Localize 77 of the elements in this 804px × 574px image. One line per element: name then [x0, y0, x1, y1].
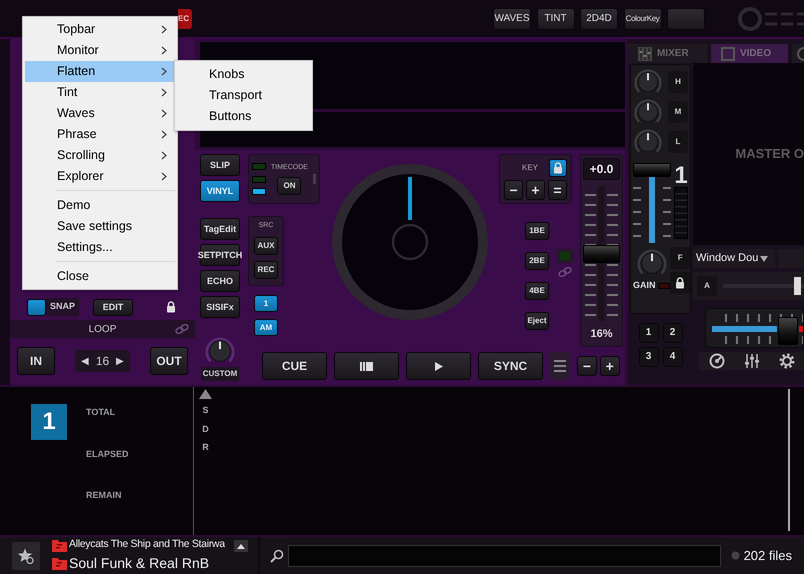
toolbar-button[interactable]: WAVES: [493, 8, 531, 30]
key-label: KEY: [522, 162, 538, 174]
eq-label: L: [668, 131, 688, 153]
key-button[interactable]: =: [548, 180, 568, 200]
time-label: TOTAL: [86, 406, 116, 419]
menu-item[interactable]: Settings...: [25, 237, 175, 258]
deck-button[interactable]: TagEdit: [200, 218, 240, 240]
record-button[interactable]: EC: [178, 8, 192, 28]
channel-button[interactable]: 1: [254, 295, 278, 312]
pitch-reading: +0.0: [583, 158, 620, 180]
beat-button[interactable]: 4BE: [525, 282, 549, 300]
folder-name[interactable]: Alleycats The Ship and The Stairwa: [69, 537, 225, 553]
sort-key[interactable]: S: [202, 404, 208, 418]
deck-button[interactable]: SETPITCH: [200, 244, 240, 266]
file-count: 202 files: [744, 546, 792, 565]
edit-button[interactable]: EDIT: [93, 298, 134, 316]
source-dropdown[interactable]: Window Dou: [693, 249, 775, 268]
menu-item[interactable]: Flatten: [25, 61, 175, 82]
toolbar-button[interactable]: ColourKey: [624, 8, 662, 30]
deck-select-button[interactable]: 4: [662, 347, 682, 367]
beat-button[interactable]: Eject: [525, 312, 549, 330]
eq-label: H: [668, 71, 688, 93]
time-label: REMAIN: [86, 489, 122, 502]
loop-in-button[interactable]: IN: [17, 347, 55, 375]
folder-name[interactable]: Soul Funk & Real RnB: [69, 552, 210, 574]
sort-key[interactable]: D: [202, 422, 209, 436]
sort-key[interactable]: R: [202, 441, 209, 454]
deck-number: 1: [674, 165, 688, 187]
beat-button[interactable]: 1BE: [525, 222, 549, 240]
loop-label: LOOP: [88, 322, 116, 336]
toolbar-button[interactable]: 2D4D: [580, 8, 618, 30]
menu-item[interactable]: Scrolling: [25, 145, 175, 166]
key-button[interactable]: +: [526, 180, 546, 200]
menu-item[interactable]: Close: [25, 266, 175, 287]
menu-item[interactable]: Save settings: [25, 216, 175, 237]
timecode-on-button[interactable]: ON: [277, 176, 302, 195]
transport-button[interactable]: CUE: [262, 352, 327, 380]
transport-button[interactable]: SYNC: [478, 352, 543, 380]
toolbar-button[interactable]: TINT: [536, 8, 574, 30]
next-size-button[interactable]: ▶: [116, 354, 124, 368]
menu-item[interactable]: Waves: [25, 103, 175, 124]
deck-select-button[interactable]: 2: [662, 323, 682, 343]
deck-select-button[interactable]: 1: [638, 323, 658, 343]
video-overlay-text: MASTER O: [735, 145, 804, 164]
menu-item[interactable]: Topbar: [25, 19, 175, 40]
deck-select-button[interactable]: 3: [638, 347, 658, 367]
beat-button[interactable]: 2BE: [525, 252, 549, 270]
previous-size-button[interactable]: ◀: [80, 354, 89, 368]
menu-item[interactable]: Tint: [25, 82, 175, 103]
deck-button[interactable]: VINYL: [200, 180, 240, 202]
menu-item[interactable]: Explorer: [25, 166, 175, 187]
loop-out-button[interactable]: OUT: [150, 347, 188, 375]
pitch-range: 16%: [590, 327, 613, 342]
filter-label: F: [670, 247, 690, 269]
menu-item[interactable]: Buttons: [177, 106, 310, 127]
snap-label: SNAP: [46, 298, 80, 316]
custom-label: CUSTOM: [200, 367, 240, 381]
fader-assign-button[interactable]: A: [697, 276, 717, 296]
deck-number-badge: 1: [31, 404, 67, 440]
pitch-button[interactable]: +: [600, 356, 620, 376]
menu-item[interactable]: Knobs: [177, 64, 310, 85]
menu-item[interactable]: Demo: [25, 195, 175, 216]
key-button[interactable]: −: [504, 180, 524, 200]
eq-label: M: [668, 101, 688, 123]
menu-item[interactable]: Transport: [177, 85, 310, 106]
source-button[interactable]: AUX: [254, 237, 278, 255]
deck-button[interactable]: SISIFx: [200, 296, 240, 318]
loop-size: 16: [96, 353, 110, 370]
menu-item[interactable]: Phrase: [25, 124, 175, 145]
channel-button[interactable]: AM: [254, 319, 278, 336]
time-label: ELAPSED: [86, 448, 129, 460]
pitch-button[interactable]: −: [577, 356, 597, 376]
deck-button[interactable]: ECHO: [200, 270, 240, 292]
source-button[interactable]: REC: [254, 260, 278, 278]
menu-item[interactable]: Monitor: [25, 40, 175, 61]
deck-button[interactable]: SLIP: [200, 154, 240, 176]
gain-label: GAIN: [633, 279, 656, 292]
